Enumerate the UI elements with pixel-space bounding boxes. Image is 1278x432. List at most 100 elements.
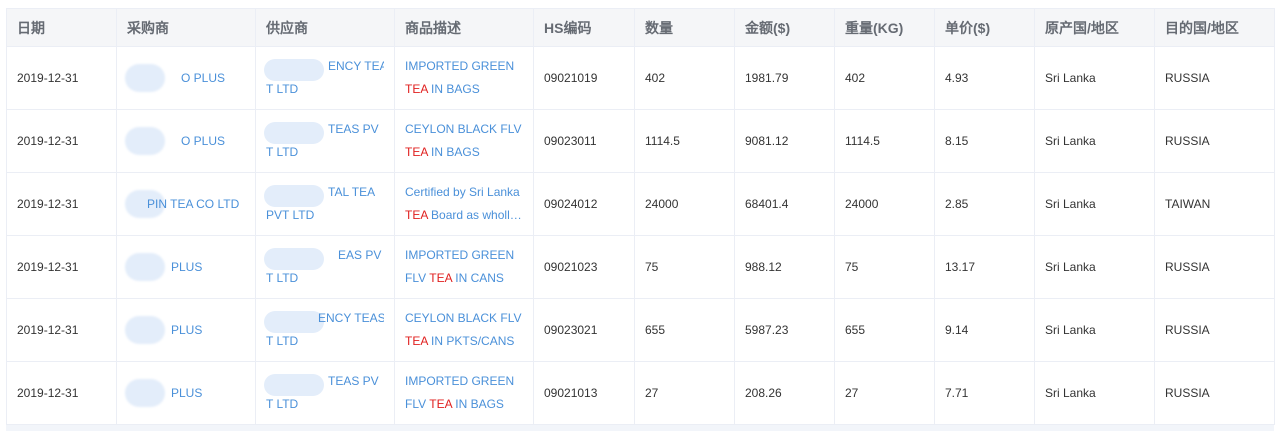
supplier-link-line1[interactable]: ENCY TEAS PV [266, 307, 384, 330]
supplier-link-line1[interactable]: EAS PV [266, 244, 384, 267]
header-amount: 金额($) [734, 8, 835, 47]
highlight-term: TEA [429, 271, 452, 285]
cell-unit-price: 7.71 [934, 361, 1035, 425]
cell-description[interactable]: CEYLON BLACK FLV TEA IN BAGS [394, 109, 534, 173]
supplier-link-line2[interactable]: T LTD [266, 267, 384, 290]
cell-hs-code: 09023011 [533, 109, 635, 173]
buyer-link[interactable]: PLUS [127, 323, 202, 337]
buyer-link[interactable]: PLUS [127, 386, 202, 400]
description-line1[interactable]: CEYLON BLACK FLV [405, 307, 523, 330]
header-supplier: 供应商 [255, 8, 395, 47]
cell-supplier[interactable]: ENCY TEAS PVT LTD [255, 46, 395, 110]
cell-buyer[interactable]: O PLUS [116, 46, 256, 110]
supplier-link-line2[interactable]: T LTD [266, 393, 384, 416]
supplier-link-line1[interactable]: TEAS PV [266, 370, 384, 393]
buyer-link[interactable]: O PLUS [127, 71, 225, 85]
header-destination: 目的国/地区 [1154, 8, 1275, 47]
supplier-link-line2[interactable]: T LTD [266, 141, 384, 164]
cell-amount: 68401.4 [734, 172, 835, 236]
cell-buyer[interactable]: O PLUS [116, 109, 256, 173]
cell-supplier[interactable]: TEAS PV T LTD [255, 109, 395, 173]
description-line2[interactable]: TEA Board as wholl… [405, 204, 523, 227]
cell-weight: 27 [834, 361, 935, 425]
highlight-term: TEA [405, 145, 428, 159]
cell-weight: 75 [834, 235, 935, 299]
description-line2[interactable]: TEA IN BAGS [405, 78, 523, 101]
supplier-link-line2[interactable]: T LTD [266, 78, 384, 101]
cell-amount: 5987.23 [734, 298, 835, 362]
cell-amount: 9081.12 [734, 109, 835, 173]
description-line2[interactable]: TEA IN PKTS/CANS [405, 330, 523, 353]
cell-hs-code: 09023021 [533, 298, 635, 362]
cell-destination: RUSSIA [1154, 361, 1275, 425]
header-hs-code: HS编码 [533, 8, 635, 47]
cell-supplier[interactable]: TAL TEA PVT LTD [255, 172, 395, 236]
header-quantity: 数量 [634, 8, 735, 47]
header-origin: 原产国/地区 [1034, 8, 1155, 47]
buyer-link[interactable]: PIN TEA CO LTD [127, 197, 239, 211]
cell-description[interactable]: Certified by Sri Lanka TEA Board as wholl… [394, 172, 534, 236]
cell-unit-price: 9.14 [934, 298, 1035, 362]
cell-date: 2019-12-31 [6, 361, 117, 425]
cell-date: 2019-12-31 [6, 172, 117, 236]
cell-origin: Sri Lanka [1034, 298, 1155, 362]
buyer-link[interactable]: PLUS [127, 260, 202, 274]
cell-description[interactable]: IMPORTED GREEN FLV TEA IN CANS [394, 235, 534, 299]
cell-destination: RUSSIA [1154, 298, 1275, 362]
cell-description[interactable]: CEYLON BLACK FLV TEA IN PKTS/CANS [394, 298, 534, 362]
supplier-link-line2[interactable]: T LTD [266, 330, 384, 353]
header-buyer: 采购商 [116, 8, 256, 47]
cell-supplier[interactable]: EAS PV T LTD [255, 235, 395, 299]
cell-hs-code: 09021013 [533, 361, 635, 425]
cell-buyer[interactable]: PLUS [116, 298, 256, 362]
highlight-term: TEA [405, 334, 428, 348]
supplier-link-line2[interactable]: PVT LTD [266, 204, 384, 227]
cell-quantity: 75 [634, 235, 735, 299]
cell-quantity: 27 [634, 361, 735, 425]
cell-supplier[interactable]: TEAS PV T LTD [255, 361, 395, 425]
cell-destination: RUSSIA [1154, 109, 1275, 173]
supplier-link-line1[interactable]: ENCY TEAS PV [266, 55, 384, 78]
cell-origin: Sri Lanka [1034, 361, 1155, 425]
next-row-edge [6, 425, 1274, 431]
cell-buyer[interactable]: PLUS [116, 235, 256, 299]
header-date: 日期 [6, 8, 117, 47]
table-row: 2019-12-31 PLUS EAS PV T LTD IMPORTED GRE… [6, 235, 1275, 299]
cell-quantity: 402 [634, 46, 735, 110]
description-line1[interactable]: IMPORTED GREEN [405, 244, 523, 267]
cell-supplier[interactable]: ENCY TEAS PVT LTD [255, 298, 395, 362]
highlight-term: TEA [429, 397, 452, 411]
table-header-row: 日期 采购商 供应商 商品描述 HS编码 数量 金额($) 重量(KG) 单价(… [6, 8, 1275, 47]
cell-amount: 1981.79 [734, 46, 835, 110]
description-line2[interactable]: FLV TEA IN CANS [405, 267, 523, 290]
description-line2[interactable]: FLV TEA IN BAGS [405, 393, 523, 416]
cell-unit-price: 8.15 [934, 109, 1035, 173]
cell-buyer[interactable]: PLUS [116, 361, 256, 425]
cell-buyer[interactable]: PIN TEA CO LTD [116, 172, 256, 236]
description-line2[interactable]: TEA IN BAGS [405, 141, 523, 164]
highlight-term: TEA [405, 208, 428, 222]
description-line1[interactable]: CEYLON BLACK FLV [405, 118, 523, 141]
trade-records-table-wrapper: 日期 采购商 供应商 商品描述 HS编码 数量 金额($) 重量(KG) 单价(… [6, 8, 1275, 431]
buyer-link[interactable]: O PLUS [127, 134, 225, 148]
cell-hs-code: 09021019 [533, 46, 635, 110]
cell-date: 2019-12-31 [6, 235, 117, 299]
description-line1[interactable]: IMPORTED GREEN [405, 370, 523, 393]
cell-date: 2019-12-31 [6, 298, 117, 362]
cell-destination: RUSSIA [1154, 235, 1275, 299]
supplier-link-line1[interactable]: TEAS PV [266, 118, 384, 141]
cell-date: 2019-12-31 [6, 109, 117, 173]
cell-amount: 988.12 [734, 235, 835, 299]
table-row: 2019-12-31 O PLUS TEAS PV T LTD CEYLON BL… [6, 109, 1275, 173]
description-line1[interactable]: Certified by Sri Lanka [405, 181, 523, 204]
cell-description[interactable]: IMPORTED GREEN TEA IN BAGS [394, 46, 534, 110]
cell-weight: 24000 [834, 172, 935, 236]
cell-destination: TAIWAN [1154, 172, 1275, 236]
supplier-link-line1[interactable]: TAL TEA [266, 181, 384, 204]
cell-origin: Sri Lanka [1034, 172, 1155, 236]
cell-description[interactable]: IMPORTED GREEN FLV TEA IN BAGS [394, 361, 534, 425]
cell-origin: Sri Lanka [1034, 46, 1155, 110]
description-line1[interactable]: IMPORTED GREEN [405, 55, 523, 78]
cell-origin: Sri Lanka [1034, 109, 1155, 173]
cell-date: 2019-12-31 [6, 46, 117, 110]
